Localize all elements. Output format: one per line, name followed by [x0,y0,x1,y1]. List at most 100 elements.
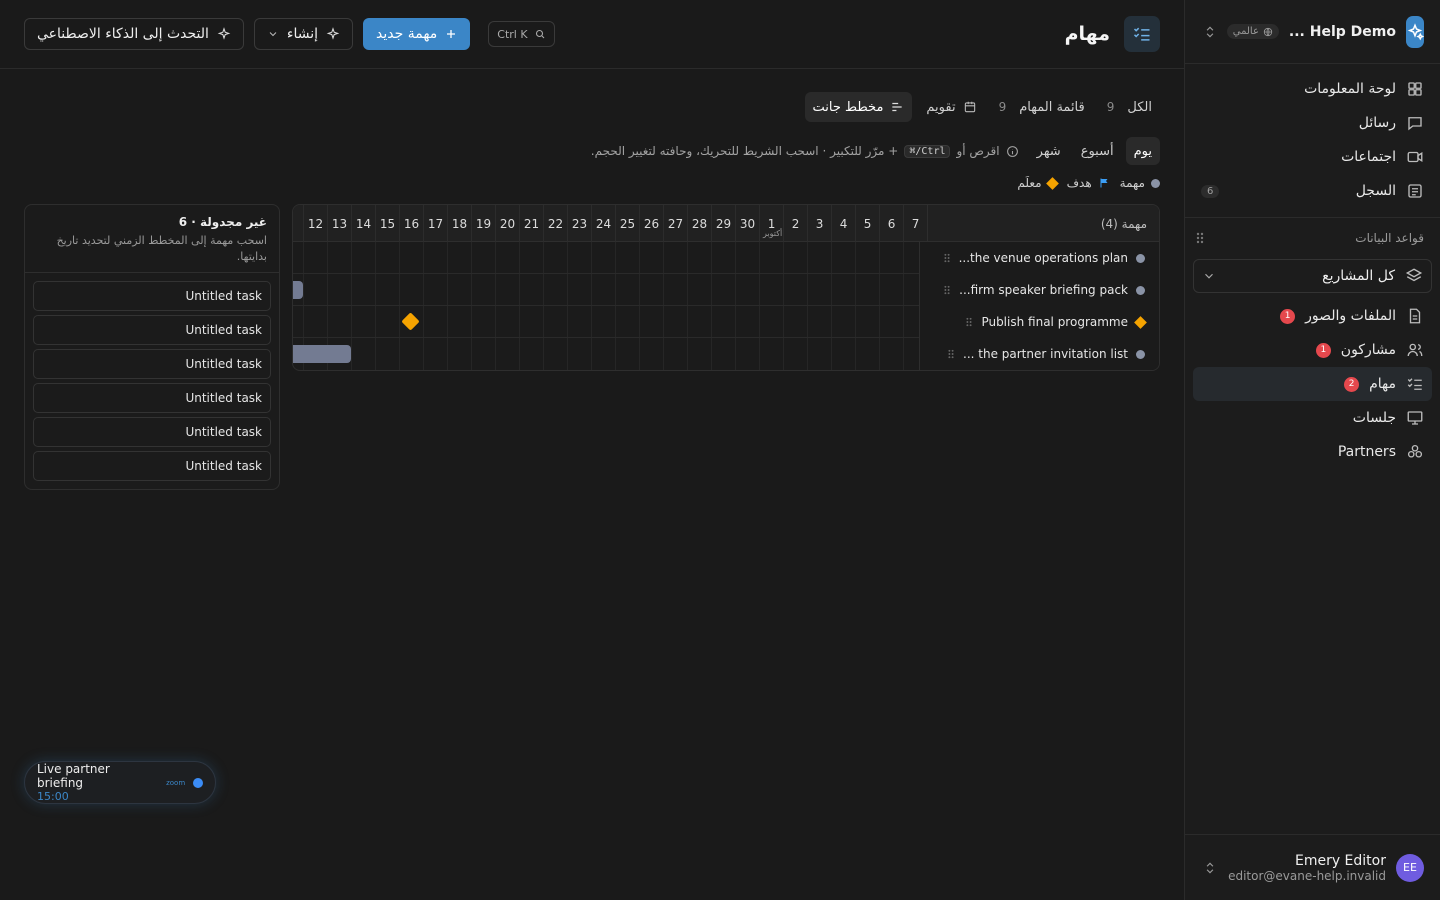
tab-task-list[interactable]: قائمة المهام 9 [991,92,1093,122]
gantt-row[interactable]: ...the venue operations plan [293,242,1159,274]
sidebar-item-label: مهام [1369,376,1396,392]
gantt-day-header: 19 [471,205,495,242]
gantt-day-header: 23 [567,205,591,242]
tasks-alert-badge: 2 [1344,376,1360,392]
drag-handle-icon[interactable] [1195,231,1205,245]
gantt-day-header: 4 [831,205,855,242]
chevron-down-icon [1205,273,1213,279]
gantt-day-header: 28 [687,205,711,242]
unscheduled-task[interactable]: Untitled task [33,383,271,413]
tasks-icon [1124,16,1160,52]
zoom-day[interactable]: يوم [1125,137,1160,165]
unscheduled-task[interactable]: Untitled task [33,349,271,379]
globe-icon [1263,27,1273,36]
gantt-day-header: 5 [855,205,879,242]
new-task-button[interactable]: مهمة جديد [363,18,471,50]
workspace-switcher[interactable]: Help Demo ... عالمي [1185,0,1440,64]
view-tabs: الكل 9 قائمة المهام 9 تقويم مخطط جانت [804,92,1160,122]
gantt-day-header: 18 [447,205,471,242]
sidebar-item-dashboard[interactable]: لوحة المعلومات [1193,72,1432,106]
gantt-task-bar[interactable] [293,281,303,299]
databases-label: قواعد البيانات [1355,231,1424,245]
unscheduled-task[interactable]: Untitled task [33,451,271,481]
unscheduled-header: غير مجدولة · 6 اسحب مهمة إلى المخطط الزم… [25,205,279,273]
tab-count: 9 [1106,100,1115,114]
tab-all[interactable]: الكل 9 [1099,92,1160,122]
gantt-task-title: ...firm speaker briefing pack [959,283,1128,297]
gantt-task-title: ...the venue operations plan [958,251,1128,265]
unscheduled-panel: غير مجدولة · 6 اسحب مهمة إلى المخطط الزم… [24,204,280,490]
sidebar: Help Demo ... عالمي لوحة المعلومات رسائل… [1184,0,1440,900]
unscheduled-task[interactable]: Untitled task [33,281,271,311]
log-count-badge: 6 [1201,184,1220,198]
drag-handle-icon [966,317,972,327]
gantt-day-header: 14 [351,205,375,242]
tab-calendar[interactable]: تقويم [918,92,984,122]
tab-gantt[interactable]: مخطط جانت [804,92,913,122]
gantt-milestone-marker[interactable] [401,312,420,331]
meeting-title: Live partner briefing [37,762,110,790]
sidebar-item-partners[interactable]: Partners [1193,435,1432,469]
tab-label: مخطط جانت [812,99,884,115]
unscheduled-task[interactable]: Untitled task [33,417,271,447]
search-icon [535,29,544,39]
gantt-day-header: 21 [519,205,543,242]
gantt-legend: مهمة هدف معلَم [1017,176,1160,190]
gantt-row-label[interactable]: ... the partner invitation list [919,338,1159,370]
chevron-down-icon [269,32,277,37]
live-indicator-icon [193,777,203,788]
gantt-row[interactable]: ... the partner invitation list [293,338,1159,370]
gantt-day-header: 15 [375,205,399,242]
unscheduled-task[interactable]: Untitled task [33,315,271,345]
gantt-chart: مهمة (4) 12 13 14 15 16 17 18 19 20 21 22 23 24 25 26 2… [292,204,1160,371]
sidebar-item-files[interactable]: الملفات والصور 1 [1193,299,1432,333]
workspace-scope-badge: عالمي [1226,24,1279,39]
gantt-day-header: 2 [783,205,807,242]
sidebar-item-label: اجتماعات [1341,149,1396,165]
user-menu[interactable]: EE Emery Editor editor@evane-help.invali… [1185,834,1440,900]
tab-count: 9 [998,100,1007,114]
gantt-task-title: Publish final programme [981,315,1128,329]
zoom-week[interactable]: أسبوع [1073,137,1122,165]
sidebar-item-meetings[interactable]: اجتماعات [1193,140,1432,174]
gantt-month-label: أكتوبر [763,229,783,238]
dashboard-icon [1408,82,1422,96]
sidebar-item-messages[interactable]: رسائل [1193,106,1432,140]
sidebar-item-log[interactable]: السجل 6 [1193,174,1432,208]
gantt-row-label[interactable]: ...firm speaker briefing pack [919,274,1159,306]
drag-handle-icon [944,253,950,263]
live-meeting-pill[interactable]: Live partner briefing 15:00 zoom [24,761,216,804]
sidebar-item-sessions[interactable]: جلسات [1193,401,1432,435]
project-selector[interactable]: كل المشاريع [1193,259,1432,293]
search-button[interactable]: Ctrl K [488,21,555,47]
gantt-day-header: 26 [639,205,663,242]
gantt-row[interactable]: ...firm speaker briefing pack [293,274,1159,306]
sidebar-item-label: جلسات [1352,410,1396,426]
gantt-day-header: 12 [303,205,327,242]
ai-chat-button[interactable]: التحدث إلى الذكاء الاصطناعي [24,18,244,50]
create-button[interactable]: إنشاء [253,18,354,50]
drag-handle-icon [944,285,950,295]
sidebar-item-tasks[interactable]: مهام 2 [1193,367,1432,401]
zoom-month[interactable]: شهر [1029,137,1069,165]
tab-label: تقويم [926,99,956,115]
sidebar-item-participants[interactable]: مشاركون 1 [1193,333,1432,367]
gantt-day-header: 24 [591,205,615,242]
main-content: مهام Ctrl K مهمة جديد إنشاء التحدث إلى ا… [0,0,1184,900]
tasks-icon [1407,378,1422,390]
gantt-icon [892,102,903,112]
gantt-row-label[interactable]: Publish final programme [919,306,1159,338]
gantt-task-column-header: مهمة (4) [927,205,1159,242]
chevron-updown-icon[interactable] [1203,25,1217,39]
tab-label: قائمة المهام [1019,99,1085,115]
gantt-row-label[interactable]: ...the venue operations plan [919,242,1159,274]
info-icon [1006,145,1018,157]
gantt-task-bar[interactable] [293,345,351,363]
sidebar-item-label: Partners [1337,444,1396,460]
sparkle-icon [326,27,340,40]
log-icon [1408,184,1422,198]
chevron-updown-icon[interactable] [1203,861,1217,875]
unscheduled-description: اسحب مهمة إلى المخطط الزمني لتحديد تاريخ… [56,234,267,263]
avatar: EE [1396,853,1424,882]
gantt-row[interactable]: Publish final programme [293,306,1159,338]
